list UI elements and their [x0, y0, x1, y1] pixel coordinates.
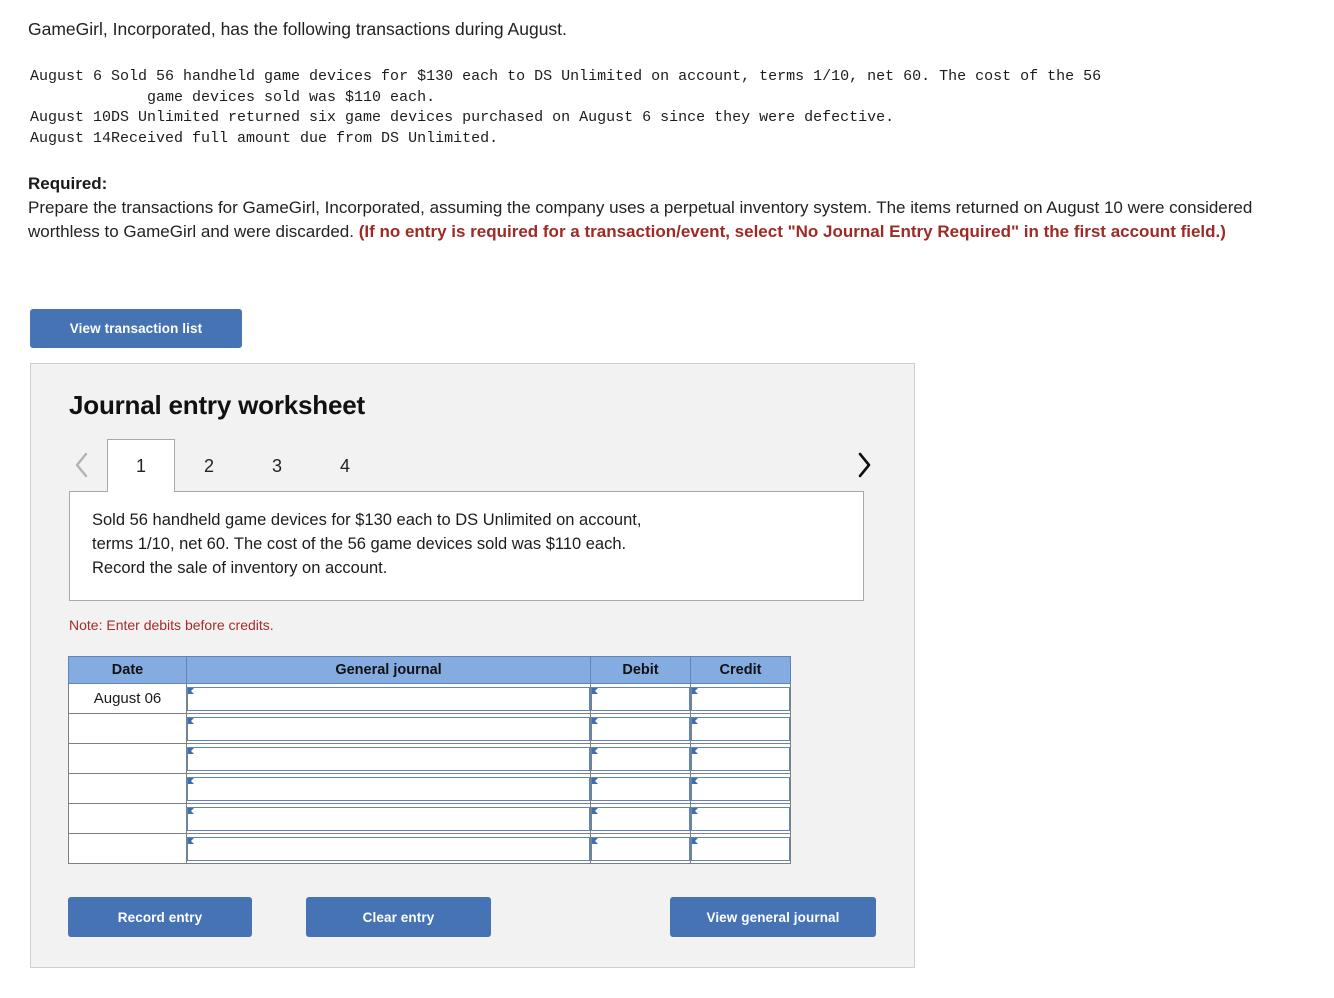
column-header-debit: Debit	[590, 656, 691, 684]
credit-input-5[interactable]	[691, 836, 790, 861]
transaction-description-box: Sold 56 handheld game devices for $130 e…	[69, 491, 864, 601]
chevron-right-icon[interactable]	[851, 445, 877, 485]
debit-input-0[interactable]	[591, 686, 690, 711]
account-select-5[interactable]	[187, 836, 590, 861]
description-line-1: Sold 56 handheld game devices for $130 e…	[92, 511, 642, 529]
transaction-description: Sold 56 handheld game devices for $130 e…	[111, 68, 1102, 106]
table-row	[68, 713, 791, 744]
worksheet-tab-bar: 1 2 3 4	[69, 439, 877, 493]
account-select-0[interactable]	[187, 686, 590, 711]
transaction-date: August 14	[30, 129, 112, 147]
account-select-1[interactable]	[187, 716, 590, 741]
cell-debit[interactable]	[590, 773, 691, 804]
tab-4[interactable]: 4	[311, 439, 379, 492]
cell-date	[68, 833, 187, 864]
tab-2[interactable]: 2	[175, 439, 243, 492]
debit-input-5[interactable]	[591, 836, 690, 861]
account-select-4[interactable]	[187, 806, 590, 831]
cell-date: August 06	[68, 683, 187, 714]
tab-3[interactable]: 3	[243, 439, 311, 492]
view-general-journal-button[interactable]: View general journal	[670, 897, 876, 937]
debits-before-credits-note: Note: Enter debits before credits.	[69, 617, 274, 633]
transaction-row: August 10 DS Unlimited returned six game…	[30, 108, 1101, 129]
account-select-3[interactable]	[187, 776, 590, 801]
table-row	[68, 773, 791, 804]
cell-date	[68, 743, 187, 774]
journal-entry-table: Date General journal Debit Credit August…	[68, 656, 791, 864]
worksheet-title: Journal entry worksheet	[69, 390, 365, 420]
cell-general-journal[interactable]	[186, 743, 591, 774]
cell-credit[interactable]	[690, 683, 791, 714]
transaction-list: August 6 Sold 56 handheld game devices f…	[30, 67, 1101, 149]
credit-input-4[interactable]	[691, 806, 790, 831]
description-line-3: Record the sale of inventory on account.	[92, 559, 388, 577]
cell-general-journal[interactable]	[186, 833, 591, 864]
required-emphasis: (If no entry is required for a transacti…	[358, 222, 1226, 241]
credit-input-2[interactable]	[691, 746, 790, 771]
column-header-credit: Credit	[690, 656, 791, 684]
transaction-date: August 10	[30, 109, 112, 127]
cell-debit[interactable]	[590, 743, 691, 774]
cell-general-journal[interactable]	[186, 803, 591, 834]
debit-input-4[interactable]	[591, 806, 690, 831]
table-row	[68, 743, 791, 774]
credit-input-3[interactable]	[691, 776, 790, 801]
view-transaction-list-button[interactable]: View transaction list	[30, 309, 242, 348]
transaction-date: August 6	[30, 68, 103, 85]
column-header-date: Date	[68, 656, 187, 684]
cell-debit[interactable]	[590, 683, 691, 714]
cell-debit[interactable]	[590, 833, 691, 864]
cell-general-journal[interactable]	[186, 713, 591, 744]
transaction-row: August 6 Sold 56 handheld game devices f…	[30, 67, 1101, 108]
credit-input-0[interactable]	[691, 686, 790, 711]
cell-credit[interactable]	[690, 833, 791, 864]
debit-input-2[interactable]	[591, 746, 690, 771]
cell-debit[interactable]	[590, 803, 691, 834]
cell-debit[interactable]	[590, 713, 691, 744]
intro-text: GameGirl, Incorporated, has the followin…	[28, 19, 567, 39]
column-header-general-journal: General journal	[186, 656, 591, 684]
cell-date	[68, 803, 187, 834]
cell-credit[interactable]	[690, 773, 791, 804]
table-row	[68, 803, 791, 834]
required-label: Required:	[28, 174, 108, 193]
description-line-2: terms 1/10, net 60. The cost of the 56 g…	[92, 535, 627, 553]
journal-table-wrapper: Date General journal Debit Credit August…	[68, 656, 791, 864]
debit-input-1[interactable]	[591, 716, 690, 741]
journal-table-header-row: Date General journal Debit Credit	[68, 656, 791, 684]
cell-general-journal[interactable]	[186, 683, 591, 714]
required-section: Required: Prepare the transactions for G…	[28, 172, 1283, 244]
cell-credit[interactable]	[690, 713, 791, 744]
clear-entry-button[interactable]: Clear entry	[306, 897, 491, 937]
cell-date	[68, 773, 187, 804]
question-page: GameGirl, Incorporated, has the followin…	[0, 0, 1334, 998]
cell-credit[interactable]	[690, 743, 791, 774]
cell-credit[interactable]	[690, 803, 791, 834]
cell-date	[68, 713, 187, 744]
transaction-description: Received full amount due from DS Unlimit…	[111, 129, 499, 147]
cell-general-journal[interactable]	[186, 773, 591, 804]
worksheet-tabs: 1 2 3 4	[107, 439, 379, 493]
record-entry-button[interactable]: Record entry	[68, 897, 252, 937]
credit-input-1[interactable]	[691, 716, 790, 741]
tab-1[interactable]: 1	[107, 439, 175, 493]
table-row	[68, 833, 791, 864]
transaction-row: August 14 Received full amount due from …	[30, 129, 1101, 150]
debit-input-3[interactable]	[591, 776, 690, 801]
journal-entry-worksheet-panel: Journal entry worksheet 1 2 3 4 Sold 56 …	[30, 363, 915, 968]
account-select-2[interactable]	[187, 746, 590, 771]
chevron-left-icon[interactable]	[69, 445, 95, 485]
table-row: August 06	[68, 683, 791, 714]
transaction-description: DS Unlimited returned six game devices p…	[111, 109, 895, 127]
